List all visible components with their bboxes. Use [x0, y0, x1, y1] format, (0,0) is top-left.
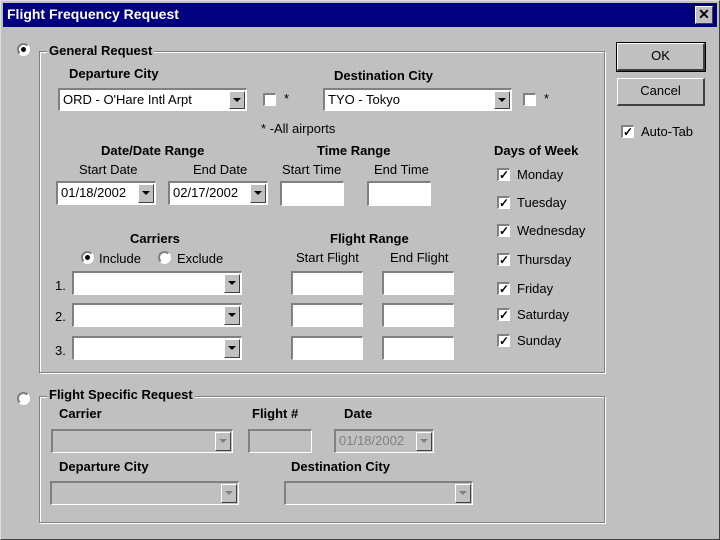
days-of-week-label: Days of Week — [494, 143, 579, 158]
departure-city-label: Departure City — [69, 66, 159, 81]
close-icon[interactable]: ✕ — [695, 6, 713, 24]
start-flight-input-1[interactable] — [291, 271, 363, 295]
date-label: Date — [344, 406, 373, 421]
exclude-label: Exclude — [177, 251, 224, 266]
specific-departure-select[interactable] — [50, 481, 239, 505]
carriers-label: Carriers — [130, 231, 180, 246]
title-bar: Flight Frequency Request ✕ — [3, 3, 717, 27]
saturday-checkbox[interactable]: ✓ — [497, 308, 510, 321]
end-time-input[interactable] — [367, 181, 431, 206]
end-date-picker[interactable]: 02/17/2002 — [168, 181, 268, 205]
tuesday-checkbox[interactable]: ✓ — [497, 196, 510, 209]
departure-city-value: ORD - O'Hare Intl Arpt — [63, 92, 192, 107]
friday-checkbox[interactable]: ✓ — [497, 282, 510, 295]
window-title: Flight Frequency Request — [7, 6, 179, 22]
sunday-checkbox[interactable]: ✓ — [497, 334, 510, 347]
carrier-select-3[interactable] — [72, 336, 242, 360]
exclude-radio[interactable] — [158, 251, 171, 264]
departure-city-select[interactable]: ORD - O'Hare Intl Arpt — [58, 88, 247, 111]
date-range-label: Date/Date Range — [101, 143, 205, 158]
specific-departure-label: Departure City — [59, 459, 149, 474]
dialog-window: Flight Frequency Request ✕ General Reque… — [0, 0, 720, 540]
destination-star: * — [544, 91, 550, 106]
specific-destination-select[interactable] — [284, 481, 473, 505]
end-flight-input-2[interactable] — [382, 303, 454, 327]
start-time-input[interactable] — [280, 181, 344, 206]
destination-all-airports-checkbox[interactable] — [523, 93, 536, 106]
end-date-label: End Date — [193, 162, 248, 177]
all-airports-note: * -All airports — [261, 121, 336, 136]
include-radio[interactable] — [81, 251, 94, 264]
chevron-down-icon[interactable] — [221, 484, 237, 503]
departure-all-airports-checkbox[interactable] — [263, 93, 276, 106]
auto-tab-checkbox[interactable]: ✓ — [621, 125, 634, 138]
end-date-value: 02/17/2002 — [173, 185, 239, 200]
specific-destination-label: Destination City — [291, 459, 390, 474]
specific-carrier-select[interactable] — [51, 429, 233, 453]
flight-range-label: Flight Range — [330, 231, 409, 246]
destination-city-label: Destination City — [334, 68, 433, 83]
chevron-down-icon[interactable] — [224, 274, 240, 293]
tuesday-label: Tuesday — [517, 195, 567, 210]
chevron-down-icon[interactable] — [229, 91, 245, 109]
start-date-picker[interactable]: 01/18/2002 — [56, 181, 156, 205]
carrier-select-2[interactable] — [72, 303, 242, 327]
row-number-3: 3. — [55, 343, 66, 358]
start-flight-input-2[interactable] — [291, 303, 363, 327]
end-flight-input-3[interactable] — [382, 336, 454, 360]
flight-specific-radio[interactable] — [17, 392, 30, 405]
start-flight-input-3[interactable] — [291, 336, 363, 360]
chevron-down-icon[interactable] — [138, 184, 154, 203]
general-request-radio[interactable] — [17, 43, 30, 56]
chevron-down-icon[interactable] — [224, 339, 240, 358]
thursday-label: Thursday — [517, 252, 572, 267]
row-number-2: 2. — [55, 309, 66, 324]
chevron-down-icon[interactable] — [224, 306, 240, 325]
flight-number-input[interactable] — [248, 429, 312, 453]
specific-date-picker[interactable]: 01/18/2002 — [334, 429, 434, 453]
thursday-checkbox[interactable]: ✓ — [497, 253, 510, 266]
carrier-label: Carrier — [59, 406, 102, 421]
ok-button[interactable]: OK — [616, 42, 706, 72]
saturday-label: Saturday — [517, 307, 570, 322]
flight-specific-legend: Flight Specific Request — [47, 387, 195, 402]
specific-date-value: 01/18/2002 — [339, 433, 405, 448]
chevron-down-icon[interactable] — [250, 184, 266, 203]
wednesday-label: Wednesday — [517, 223, 586, 238]
auto-tab-label: Auto-Tab — [641, 124, 694, 139]
start-date-label: Start Date — [79, 162, 138, 177]
chevron-down-icon[interactable] — [416, 432, 432, 451]
end-flight-label: End Flight — [390, 250, 449, 265]
end-flight-input-1[interactable] — [382, 271, 454, 295]
friday-label: Friday — [517, 281, 554, 296]
carrier-select-1[interactable] — [72, 271, 242, 295]
end-time-label: End Time — [374, 162, 429, 177]
start-flight-label: Start Flight — [296, 250, 359, 265]
cancel-button[interactable]: Cancel — [617, 78, 705, 106]
monday-label: Monday — [517, 167, 564, 182]
monday-checkbox[interactable]: ✓ — [497, 168, 510, 181]
wednesday-checkbox[interactable]: ✓ — [497, 224, 510, 237]
include-label: Include — [99, 251, 141, 266]
row-number-1: 1. — [55, 278, 66, 293]
start-date-value: 01/18/2002 — [61, 185, 127, 200]
time-range-label: Time Range — [317, 143, 391, 158]
destination-city-value: TYO - Tokyo — [328, 92, 401, 107]
general-request-legend: General Request — [47, 43, 155, 58]
destination-city-select[interactable]: TYO - Tokyo — [323, 88, 512, 111]
start-time-label: Start Time — [282, 162, 342, 177]
chevron-down-icon[interactable] — [455, 484, 471, 503]
sunday-label: Sunday — [517, 333, 562, 348]
departure-star: * — [284, 91, 290, 106]
chevron-down-icon[interactable] — [494, 91, 510, 109]
flight-number-label: Flight # — [252, 406, 299, 421]
chevron-down-icon[interactable] — [215, 432, 231, 451]
